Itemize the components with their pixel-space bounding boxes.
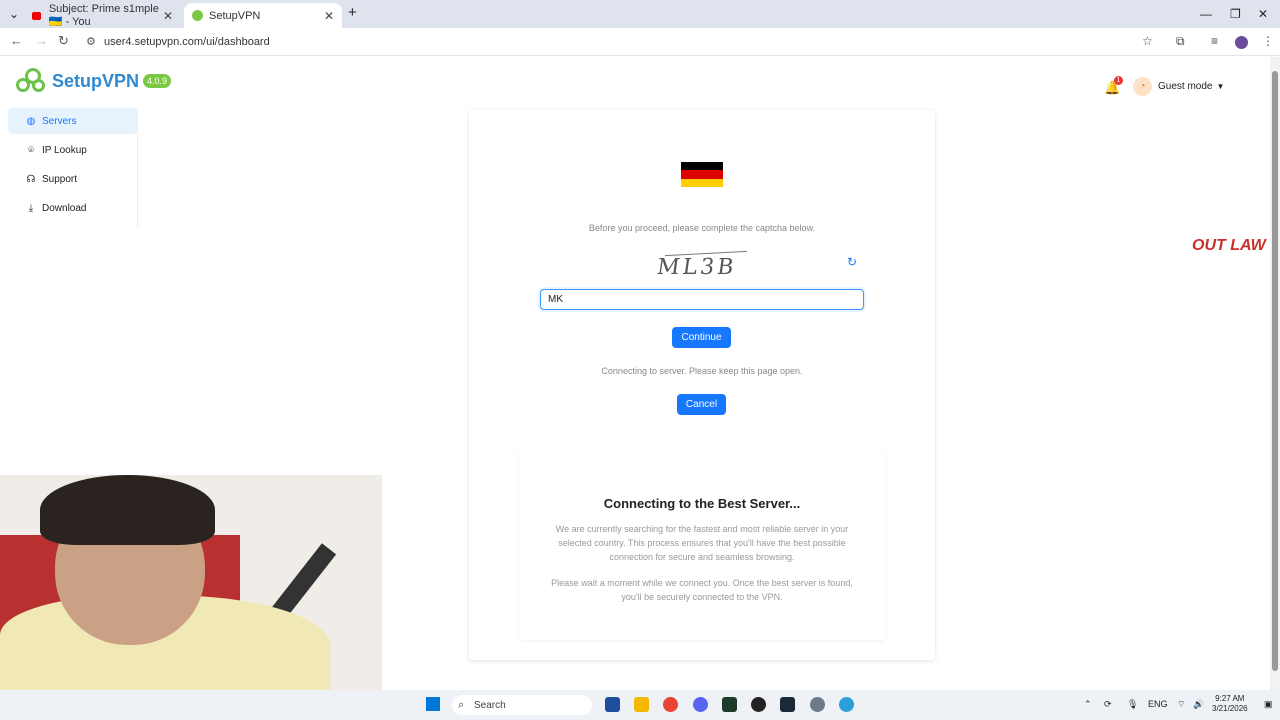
windows-taskbar: ⌕ Search ⌃ ⟳ 🎙 ENG ⌔ 🔊 9:27 AM 3/21/2026…	[0, 690, 1280, 720]
setupvpn-logo[interactable]: SetupVPN 4.0.9	[16, 68, 172, 94]
discord-icon[interactable]	[693, 697, 708, 712]
connecting-paragraph: We are currently searching for the faste…	[555, 524, 849, 562]
sidebar-item-label: Servers	[42, 115, 77, 127]
minimize-icon[interactable]: —	[1200, 7, 1212, 21]
bookmark-star-icon[interactable]: ☆	[1142, 34, 1153, 48]
cancel-button[interactable]: Cancel	[677, 394, 726, 415]
new-tab-icon[interactable]: +	[348, 4, 357, 21]
connecting-paragraph: Please wait a moment while we connect yo…	[551, 578, 853, 602]
connecting-status: Connecting to server. Please keep this p…	[601, 366, 803, 376]
location-pin-icon: ⌾	[28, 144, 34, 156]
vpn-app-icon[interactable]	[839, 697, 854, 712]
continue-button[interactable]: Continue	[672, 327, 731, 348]
reload-icon[interactable]: ↻	[58, 33, 69, 49]
close-tab-icon[interactable]: ✕	[324, 9, 334, 23]
browser-tab-bar: ⌄ Subject: Prime s1mple 🇺🇦 - You ✕ Setup…	[0, 0, 1280, 28]
youtube-icon	[32, 11, 41, 20]
user-menu[interactable]: ◔ Guest mode ▼	[1133, 77, 1224, 96]
site-info-icon[interactable]: ⚙	[86, 35, 96, 48]
sidebar-item-support[interactable]: ☊ Support	[8, 166, 137, 192]
webcam-headset	[40, 475, 215, 545]
captcha-prompt: Before you proceed, please complete the …	[588, 223, 816, 233]
chrome-icon[interactable]	[663, 697, 678, 712]
microphone-icon[interactable]: 🎙	[1127, 699, 1138, 710]
notifications-icon[interactable]: ▣	[1264, 699, 1273, 710]
logo-rings-icon	[16, 68, 46, 94]
webcam-overlay	[0, 475, 382, 690]
captcha-image: ML3B	[655, 255, 739, 280]
sidebar-item-download[interactable]: ⤓ Download	[8, 195, 137, 221]
profile-avatar-icon[interactable]	[1235, 36, 1248, 49]
brand-name: SetupVPN	[52, 70, 140, 91]
search-icon: ⌕	[458, 698, 465, 711]
version-badge: 4.0.9	[143, 74, 172, 88]
tab-title: SetupVPN	[209, 9, 261, 22]
browser-tab-setupvpn[interactable]: SetupVPN ✕	[184, 3, 342, 28]
globe-icon: ◍	[26, 115, 36, 127]
forward-icon[interactable]: →	[35, 33, 48, 48]
connecting-title: Connecting to the Best Server...	[603, 496, 801, 511]
outlaw-logo: OUT LAW	[1192, 237, 1266, 254]
settings-icon[interactable]	[810, 697, 825, 712]
sidebar-item-label: Support	[42, 173, 78, 185]
sidebar-item-label: Download	[42, 202, 87, 214]
scrollbar-thumb[interactable]	[1272, 71, 1278, 671]
tab-title: Subject: Prime s1mple 🇺🇦 - You	[48, 3, 159, 28]
sidebar: ◍ Servers ⌾ IP Lookup ☊ Support ⤓ Downlo…	[8, 108, 138, 228]
user-avatar-icon: ◔	[1133, 77, 1152, 96]
browser-tab-youtube[interactable]: Subject: Prime s1mple 🇺🇦 - You ✕	[24, 3, 181, 28]
user-label: Guest mode	[1158, 81, 1213, 92]
captcha-input[interactable]	[540, 289, 864, 310]
page-scrollbar[interactable]	[1270, 57, 1280, 690]
caret-down-icon: ▼	[1216, 82, 1225, 91]
flag-stripe	[681, 178, 723, 187]
flag-stripe	[681, 162, 723, 171]
clock-time: 9:27 AM	[1215, 694, 1245, 703]
germany-flag-icon	[681, 162, 723, 187]
folder-icon[interactable]	[634, 697, 649, 712]
captcha-card: Before you proceed, please complete the …	[469, 110, 935, 660]
sidebar-item-servers[interactable]: ◍ Servers	[8, 108, 137, 134]
volume-icon[interactable]: 🔊	[1193, 699, 1204, 710]
tab-list-chevron-icon[interactable]: ⌄	[9, 7, 19, 21]
close-window-icon[interactable]: ✕	[1258, 7, 1268, 21]
sidebar-item-label: IP Lookup	[42, 144, 87, 156]
taskbar-search[interactable]: ⌕ Search	[452, 695, 592, 715]
windows-start-icon[interactable]	[426, 697, 440, 711]
file-manager-icon[interactable]	[605, 697, 620, 712]
taskbar-clock[interactable]: 9:27 AM 3/21/2026	[1212, 694, 1248, 714]
sidebar-item-ip-lookup[interactable]: ⌾ IP Lookup	[8, 137, 137, 163]
wifi-icon[interactable]: ⌔	[1177, 699, 1185, 710]
close-tab-icon[interactable]: ✕	[163, 9, 173, 23]
notification-badge: 1	[1114, 76, 1123, 85]
reading-list-icon[interactable]: ≡	[1211, 34, 1218, 48]
clock-date: 3/21/2026	[1212, 704, 1248, 713]
download-icon: ⤓	[28, 202, 34, 214]
steam-icon[interactable]	[780, 697, 795, 712]
refresh-captcha-icon[interactable]: ↻	[847, 255, 857, 269]
back-icon[interactable]: ←	[10, 33, 23, 48]
setupvpn-favicon-icon	[192, 10, 203, 21]
terminal-icon[interactable]	[722, 697, 737, 712]
taskbar-search-label: Search	[474, 699, 506, 711]
address-bar: ← → ↻ ⚙ user4.setupvpn.com/ui/dashboard …	[0, 28, 1280, 56]
language-indicator[interactable]: ENG	[1148, 699, 1168, 709]
obs-icon[interactable]	[751, 697, 766, 712]
restore-icon[interactable]: ❐	[1230, 7, 1241, 21]
headset-icon: ☊	[26, 173, 36, 185]
tray-chevron-icon[interactable]: ⌃	[1084, 699, 1092, 710]
url-field[interactable]: user4.setupvpn.com/ui/dashboard	[104, 36, 270, 48]
connecting-panel: Connecting to the Best Server... We are …	[519, 450, 885, 640]
menu-kebab-icon[interactable]: ⋮	[1262, 34, 1274, 48]
sync-icon[interactable]: ⟳	[1104, 699, 1112, 710]
extensions-icon[interactable]: ⧉	[1176, 34, 1185, 49]
flag-stripe	[681, 170, 723, 179]
